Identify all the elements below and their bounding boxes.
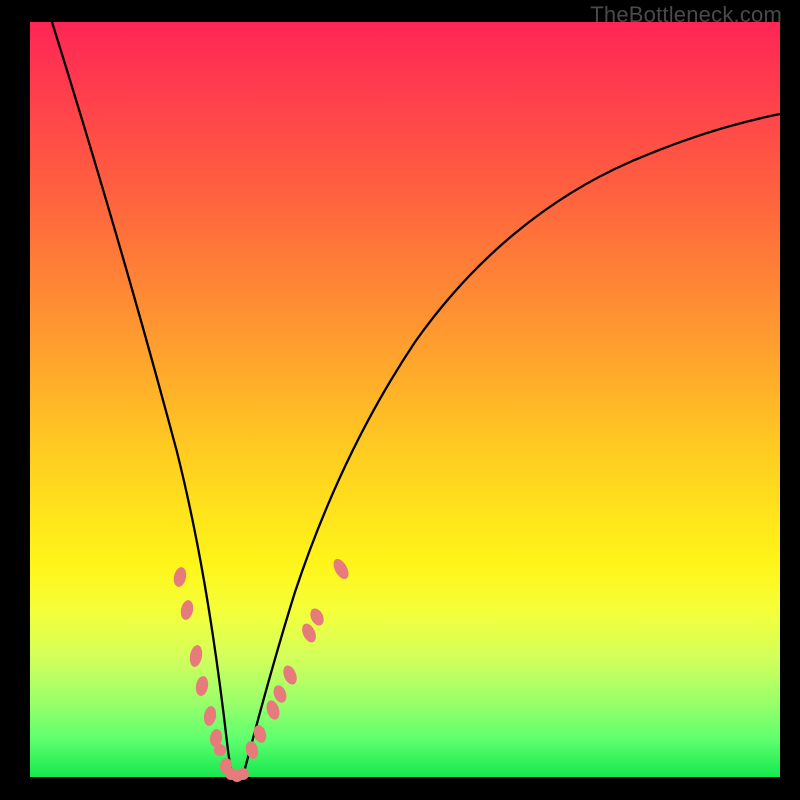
watermark-text: TheBottleneck.com (590, 2, 782, 28)
chart-svg (30, 22, 780, 777)
curve-left (52, 22, 234, 776)
highlight-dots (172, 556, 352, 782)
curve-right (243, 112, 790, 776)
chart-frame: TheBottleneck.com (0, 0, 800, 800)
